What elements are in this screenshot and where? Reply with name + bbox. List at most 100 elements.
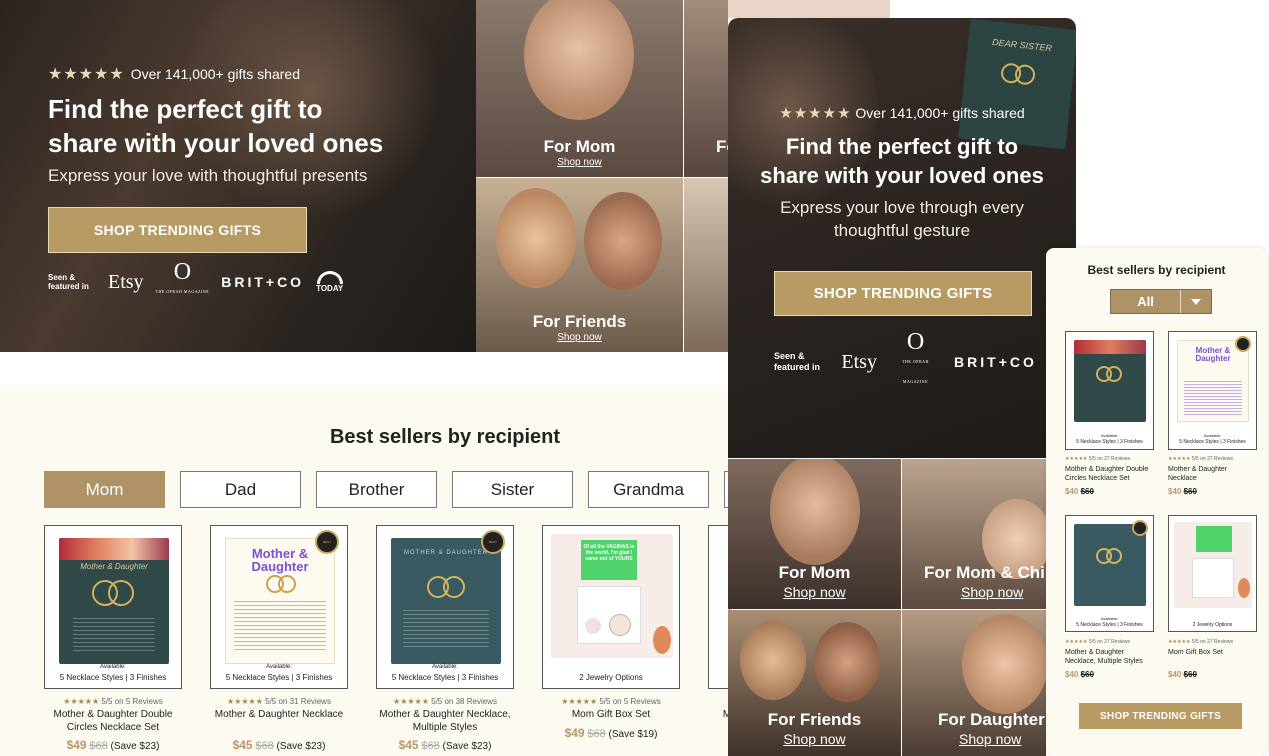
product-card-image[interactable]: 2 Jewelry Options <box>1168 515 1257 632</box>
oprah-logo: O THE OPRAH MAGAZINE <box>902 329 929 384</box>
tab-sister[interactable]: Sister <box>452 471 573 508</box>
tile-partial[interactable]: Fo <box>684 0 728 177</box>
tile-partial[interactable] <box>684 178 728 352</box>
product-available-label: Available: <box>432 664 458 670</box>
hero-rating-text: Over 141,000+ gifts shared <box>130 66 300 82</box>
gift-box-image: Of all the VAGINAS in the world, I'm gla… <box>551 534 673 658</box>
gift-box-image <box>1074 340 1146 422</box>
product-name[interactable]: Mother & Daughter Necklace <box>210 709 348 722</box>
tab-dad[interactable]: Dad <box>180 471 301 508</box>
product-card-image[interactable]: Of all the VAGINAS in the world, I'm gla… <box>542 525 680 689</box>
product-available-label: Available: <box>100 664 126 670</box>
tile-for-friends[interactable]: For Friends Shop now <box>476 178 683 352</box>
product-price: $49 $68 (Save $23) <box>66 738 160 752</box>
recipient-select[interactable]: All <box>1110 289 1212 314</box>
hero-rating: ★★★★★ Over 141,000+ gifts shared <box>48 64 300 84</box>
product-options: 5 Necklace Styles | 3 Finishes <box>1076 622 1143 628</box>
tile-photo <box>740 620 806 700</box>
tile-label: For Mom <box>543 137 616 156</box>
product-price: $40 $60 <box>1065 487 1094 496</box>
product-price: $45 $68 (Save $23) <box>232 738 326 752</box>
product-card-image[interactable] <box>708 525 730 689</box>
tile-shop-now-link[interactable]: Shop now <box>961 584 1046 600</box>
product-rating: ★★★★★ 5/5 on 27 Reviews <box>1168 639 1233 645</box>
mobile-tile-for-mom[interactable]: For Mom Shop now <box>728 459 901 609</box>
gift-box-image: Mother & Daughter <box>1177 340 1249 422</box>
gift-box-image: DEAR SISTER <box>958 18 1076 150</box>
mobile-hero-banner: DEAR SISTER ★★★★★ Over 141,000+ gifts sh… <box>728 18 1076 458</box>
product-price: $40 $60 <box>1168 487 1197 496</box>
product-rating: ★★★★★ 5/5 on 27 Reviews <box>1168 456 1233 462</box>
tile-shop-now-link[interactable]: Shop now <box>959 731 1046 747</box>
product-name[interactable]: Mother & Daughter Necklace <box>1168 466 1257 484</box>
mobile-hero-rating: ★★★★★ Over 141,000+ gifts shared <box>728 104 1076 122</box>
tile-photo <box>814 622 880 702</box>
tile-shop-now-link[interactable]: Shop now <box>728 731 901 747</box>
etsy-logo: Etsy <box>841 350 877 373</box>
product-card-image[interactable]: Available: 5 Necklace Styles | 3 Finishe… <box>1065 515 1154 632</box>
product-card-image[interactable]: Available: 5 Necklace Styles | 3 Finishe… <box>1065 331 1154 450</box>
tile-label: For Mom <box>778 563 851 582</box>
product-name[interactable]: Mother & Daughter Double Circles Necklac… <box>1065 466 1154 484</box>
product-rating: ★★★★★ 5/5 on 27 Reviews <box>1065 456 1130 462</box>
tab-mom[interactable]: Mom <box>44 471 165 508</box>
product-name[interactable]: Mom Gift Box Set <box>1168 649 1257 658</box>
hero-stars-icon: ★★★★★ <box>48 66 125 83</box>
mobile-hero-title: Find the perfect gift to share with your… <box>760 134 1044 188</box>
product-rating: ★★★★★ 5/5 on 5 Reviews <box>561 697 661 706</box>
product-rating: ★★★★★ 5/5 on 27 Reviews <box>1065 639 1130 645</box>
etsy-logo: Etsy <box>108 270 144 293</box>
panel-title: Best sellers by recipient <box>1087 263 1226 277</box>
mobile-hero-rating-text: Over 141,000+ gifts shared <box>855 105 1025 121</box>
desktop-hero-banner: ★★★★★ Over 141,000+ gifts shared Find th… <box>0 0 476 352</box>
product-card-image[interactable]: Mother & Daughter Available: 5 Necklace … <box>1168 331 1257 450</box>
featured-in-logos: Seen & featured in Etsy O THE OPRAH MAGAZ… <box>48 259 343 302</box>
product-name[interactable]: Mother & Daughter Double Circles Necklac… <box>44 709 182 734</box>
gift-box-image: MOTHER & DAUGHTER <box>391 538 501 664</box>
award-badge-icon: BEST <box>315 530 339 554</box>
product-options: 5 Necklace Styles | 3 Finishes <box>225 673 333 682</box>
product-name[interactable]: Mother & Daughter Necklace, Multiple Sty… <box>1065 649 1154 667</box>
tab-brother[interactable]: Brother <box>316 471 437 508</box>
tile-shop-now-link[interactable]: Shop now <box>476 157 683 168</box>
tile-shop-now-link[interactable]: Shop now <box>728 584 901 600</box>
product-available-label: Available: <box>1203 433 1222 438</box>
mobile-hero-subtitle: Express your love through every thoughtf… <box>780 198 1024 240</box>
product-available-label: Available: <box>1100 616 1119 621</box>
tile-shop-now-link[interactable]: Shop now <box>476 332 683 343</box>
product-name[interactable]: Mom Gift Box Set <box>542 709 680 722</box>
mobile-shop-trending-gifts-button[interactable]: SHOP TRENDING GIFTS <box>774 271 1032 316</box>
mobile-tile-for-friends[interactable]: For Friends Shop now <box>728 610 901 756</box>
product-card-image[interactable]: Mother & Daughter Available: 5 Necklace … <box>44 525 182 689</box>
gift-box-image <box>1174 522 1252 608</box>
hero-subtitle: Express your love with thoughtful presen… <box>48 166 368 185</box>
product-options: 5 Necklace Styles | 3 Finishes <box>1076 439 1143 445</box>
britco-logo: BRIT+CO <box>954 354 1037 370</box>
tile-for-mom[interactable]: For Mom Shop now <box>476 0 683 177</box>
award-badge-icon: BEST <box>481 530 505 554</box>
product-available-label: Available: <box>266 664 292 670</box>
product-card-image[interactable]: Mother & Daughter BEST Available: 5 Neck… <box>210 525 348 689</box>
product-options: 2 Jewelry Options <box>1192 622 1233 628</box>
gift-box-image <box>1074 524 1146 606</box>
chevron-down-icon[interactable] <box>1181 290 1211 313</box>
mobile-tile-for-mom-child[interactable]: For Mom & Chil Shop now <box>902 459 1046 609</box>
hero-title-line1: Find the perfect gift to <box>48 94 323 124</box>
oprah-logo: O THE OPRAH MAGAZINE <box>155 259 210 294</box>
select-value: All <box>1111 290 1181 313</box>
shop-trending-gifts-button[interactable]: SHOP TRENDING GIFTS <box>48 207 307 253</box>
tile-label: For Friends <box>532 312 627 331</box>
britco-logo: BRIT+CO <box>221 274 305 290</box>
product-name[interactable]: Mother & Daughter Necklace, Multiple Sty… <box>376 709 514 734</box>
seen-featured-label: Seen & featured in <box>774 351 821 372</box>
award-badge-icon <box>1132 520 1148 536</box>
product-card-image[interactable]: MOTHER & DAUGHTER BEST Available: 5 Neck… <box>376 525 514 689</box>
mobile-hero-stars-icon: ★★★★★ <box>779 105 852 122</box>
background-peek <box>728 0 890 18</box>
tab-grandma[interactable]: Grandma <box>588 471 709 508</box>
product-options: 5 Necklace Styles | 3 Finishes <box>59 673 167 682</box>
mobile-tile-for-daughter[interactable]: For Daughter Shop now <box>902 610 1046 756</box>
hero-title-line2: share with your loved ones <box>48 128 384 158</box>
product-options: 5 Necklace Styles | 3 Finishes <box>1179 439 1246 445</box>
panel-shop-trending-gifts-button[interactable]: SHOP TRENDING GIFTS <box>1079 703 1242 729</box>
